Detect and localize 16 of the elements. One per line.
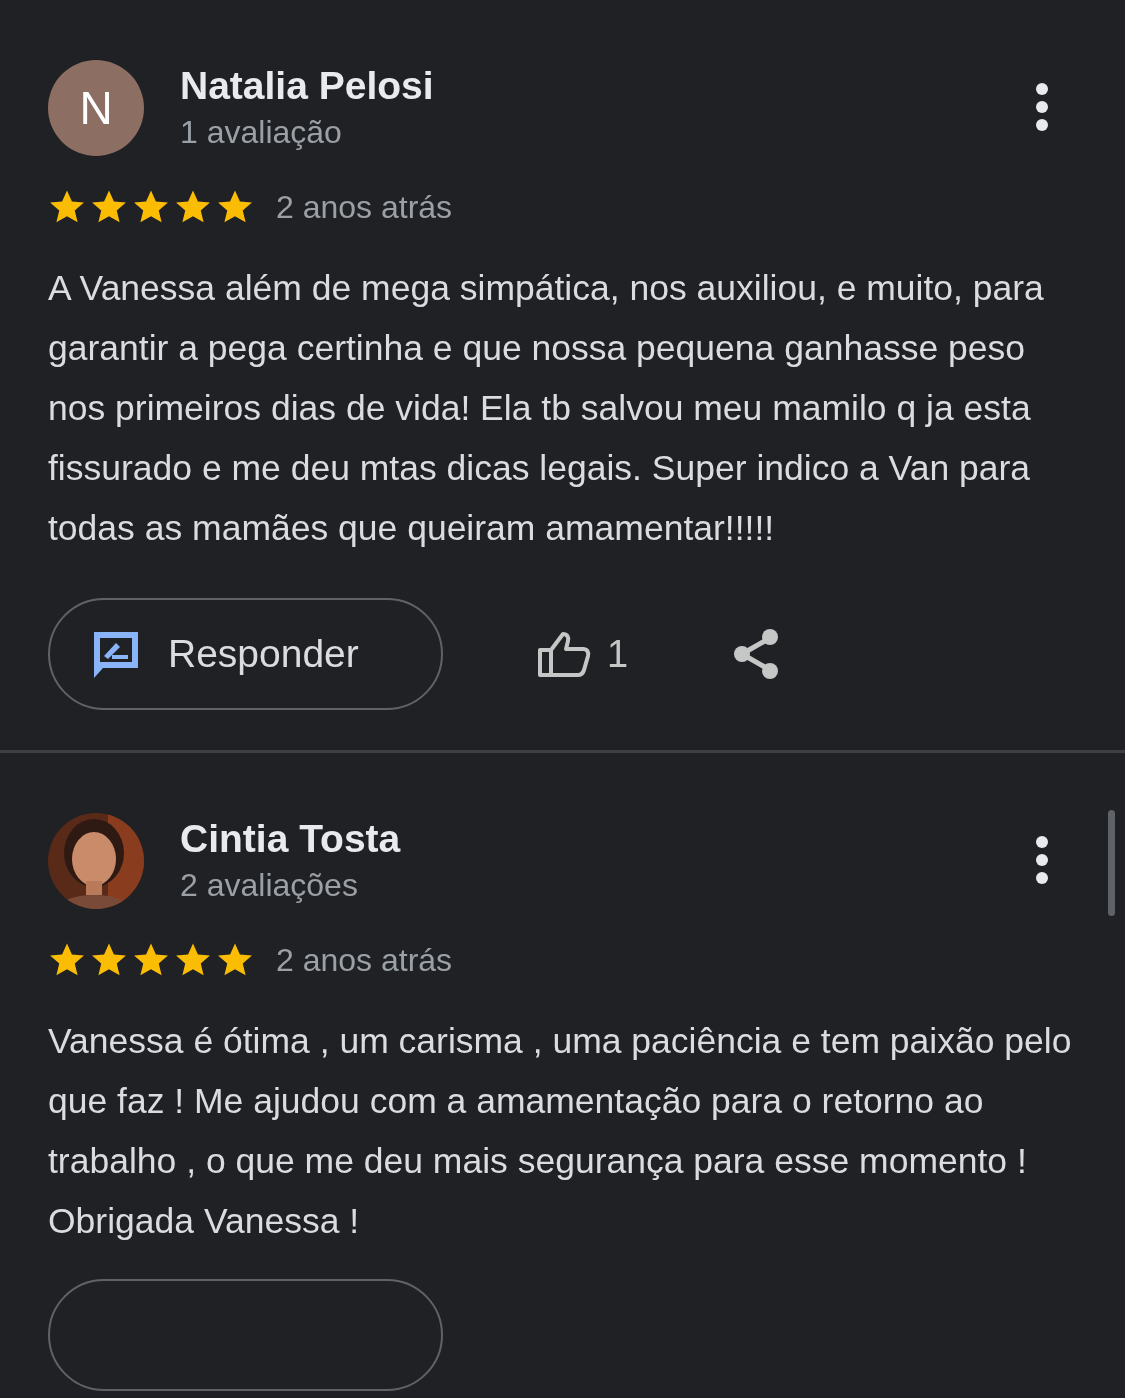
like-button[interactable]: 1 — [537, 630, 629, 678]
scrollbar-thumb[interactable] — [1108, 810, 1115, 916]
share-icon[interactable] — [732, 628, 781, 680]
review-count: 1 avaliação — [180, 113, 343, 152]
more-options-icon[interactable] — [1035, 82, 1049, 132]
more-options-icon[interactable] — [1035, 835, 1049, 885]
review-text: A Vanessa além de mega simpática, nos auxiliou, e muito, para garantir a pega certinha e que nossa pequena ganhasse peso nos primeiros dias de vida! Ela tb salvou meu mamilo q ja esta fissurado e me deu mtas dicas legais. Super indico a Van para todas as mamães que queiram amamentar!!!!! — [48, 267, 1045, 550]
review-count: 2 avaliações — [180, 866, 359, 905]
reviewer-name[interactable]: Cintia Tosta — [180, 815, 1035, 863]
review-date: 2 anos atrás — [276, 941, 453, 979]
review-date: 2 anos atrás — [276, 188, 453, 226]
avatar[interactable]: N — [48, 60, 144, 156]
review-text: Vanessa é ótima , um carisma , uma paciência e tem paixão pelo que faz ! Me ajudou com a amamentação para o retorno ao trabalho , o que me deu mais segurança para esse momento ! Obrigada Vanessa ! — [48, 1020, 1073, 1243]
reply-button[interactable] — [48, 1279, 443, 1391]
reviewer-name[interactable]: Natalia Pelosi — [180, 62, 1035, 110]
reply-button[interactable]: Responder — [48, 598, 443, 710]
